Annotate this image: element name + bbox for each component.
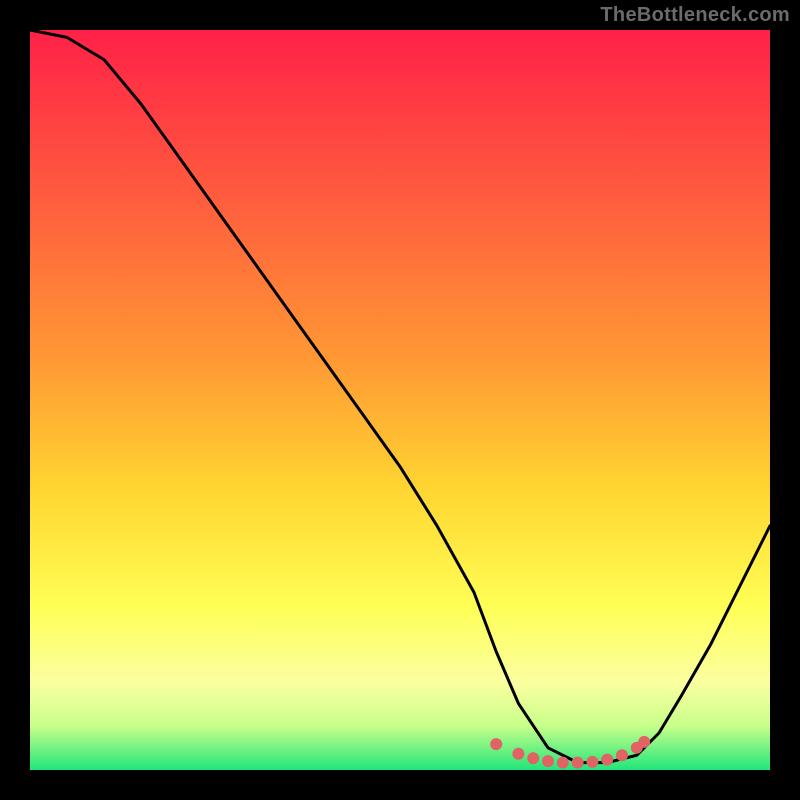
plot-area — [30, 30, 770, 770]
optimal-dot — [542, 755, 554, 767]
optimal-dot — [601, 754, 613, 766]
optimal-dot — [572, 757, 584, 769]
gradient-background — [30, 30, 770, 770]
chart-svg — [30, 30, 770, 770]
optimal-dot — [586, 756, 598, 768]
optimal-dot — [490, 738, 502, 750]
optimal-dot — [557, 757, 569, 769]
optimal-dot — [638, 736, 650, 748]
watermark-text: TheBottleneck.com — [600, 4, 790, 27]
optimal-dot — [512, 748, 524, 760]
optimal-dot — [616, 749, 628, 761]
optimal-dot — [527, 752, 539, 764]
chart-frame: TheBottleneck.com — [0, 0, 800, 800]
